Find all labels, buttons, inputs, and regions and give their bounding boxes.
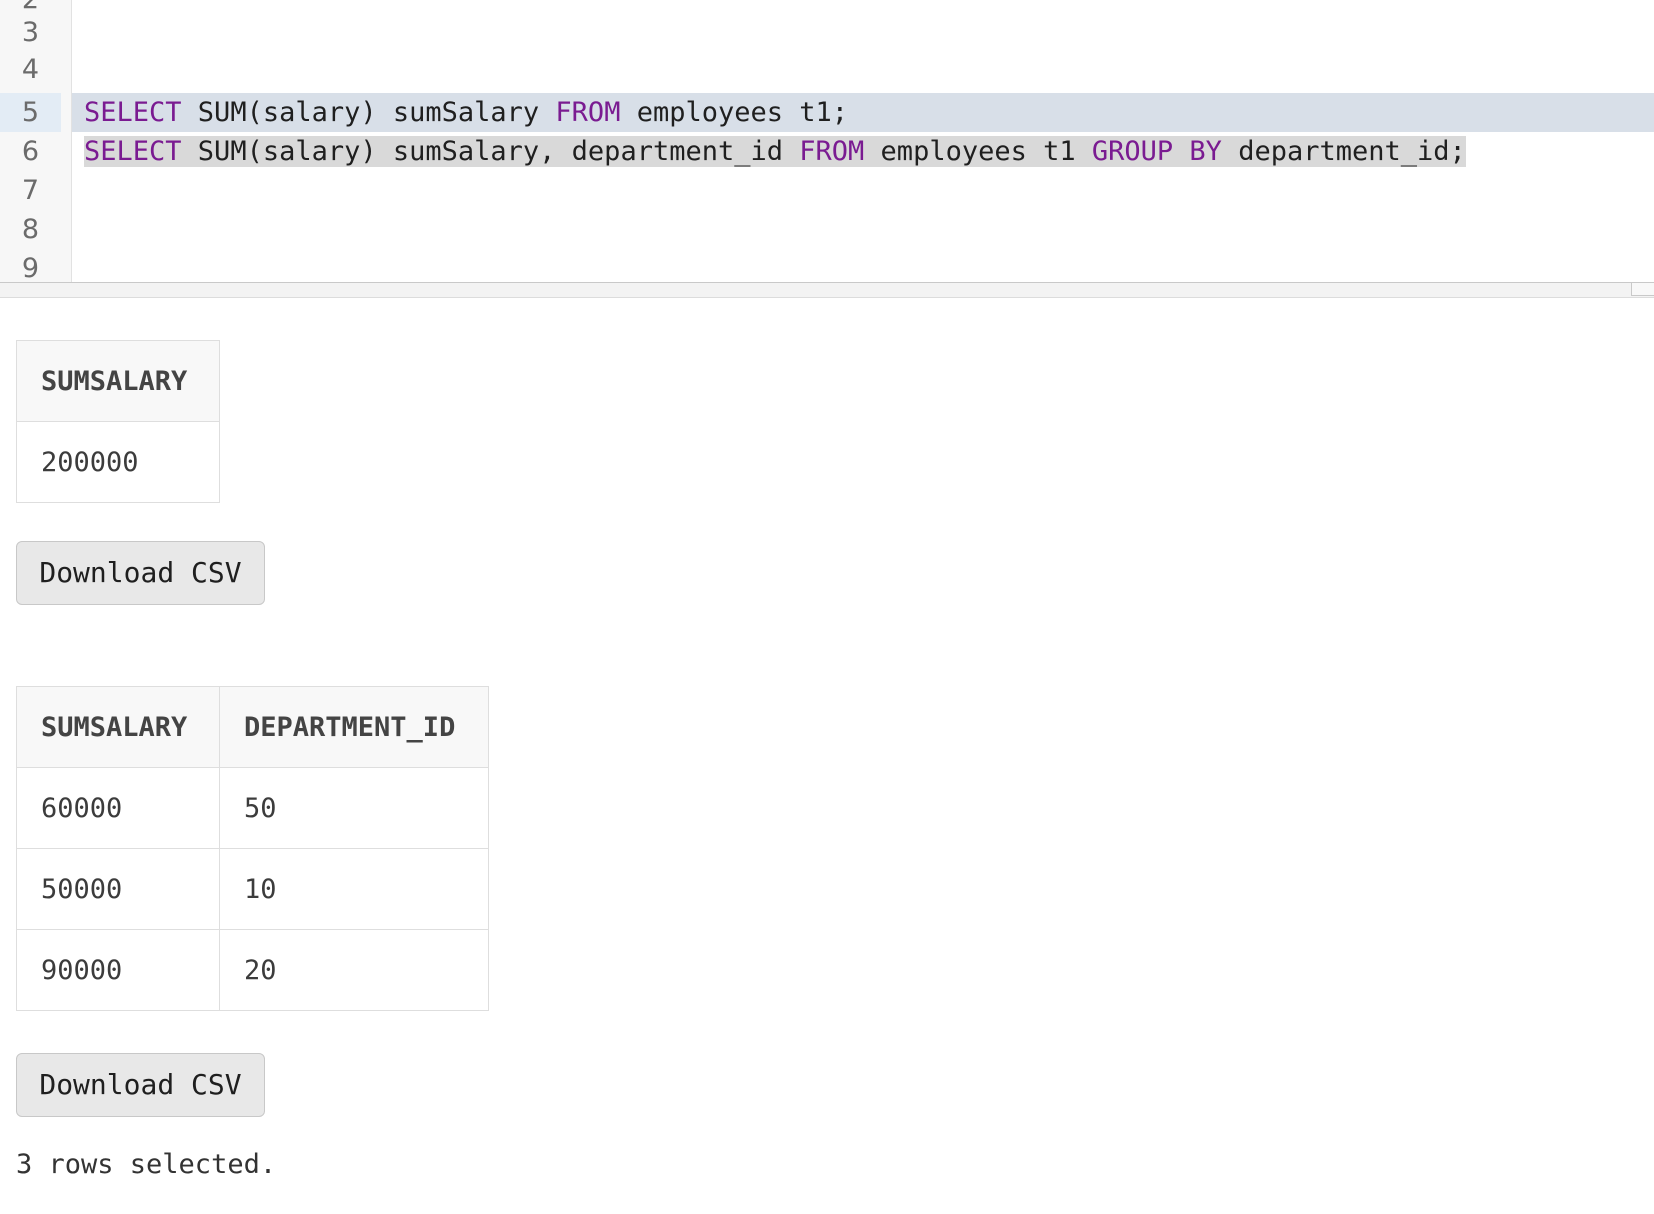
- sql-keyword: SELECT: [84, 136, 182, 167]
- sql-keyword: SELECT: [84, 97, 182, 128]
- line-number: 4: [21, 54, 40, 85]
- table-row: 90000 20: [16, 929, 489, 1011]
- table-header-row: SUMSALARY DEPARTMENT_ID: [16, 686, 489, 768]
- line-number: 8: [21, 214, 40, 245]
- line-number: 6: [21, 136, 40, 167]
- table-cell: 60000: [16, 767, 220, 849]
- table-cell: 10: [219, 848, 489, 930]
- table-header-row: SUMSALARY: [16, 340, 220, 422]
- line-number: 9: [21, 253, 40, 283]
- line-number: 7: [21, 175, 40, 206]
- result-table-1: SUMSALARY 200000: [16, 340, 220, 503]
- table-cell: 20: [219, 929, 489, 1011]
- result-table-2: SUMSALARY DEPARTMENT_ID 60000 50 50000 1…: [16, 686, 489, 1011]
- sql-text: department_id;: [1221, 136, 1466, 167]
- table-cell: 50000: [16, 848, 220, 930]
- sql-text: employees t1: [864, 136, 1092, 167]
- table-cell: 90000: [16, 929, 220, 1011]
- line-number-gutter: 2 3 4 5 6 7 8 9: [0, 0, 72, 283]
- download-csv-button[interactable]: Download CSV: [16, 1053, 265, 1117]
- sql-editor[interactable]: 2 3 4 5 6 7 8 9 SELECT SUM(salary) sumSa…: [0, 0, 1654, 283]
- rows-selected-status: 3 rows selected.: [16, 1149, 277, 1180]
- sql-keyword: GROUP: [1091, 136, 1174, 167]
- sql-text: SUM(salary) sumSalary, department_id: [181, 136, 800, 167]
- column-header-sumsalary: SUMSALARY: [16, 686, 220, 768]
- column-header-sumsalary: SUMSALARY: [16, 340, 220, 422]
- sql-text: SUM(salary) sumSalary: [181, 97, 556, 128]
- sql-keyword: FROM: [555, 97, 621, 128]
- code-line-5[interactable]: SELECT SUM(salary) sumSalary FROM employ…: [84, 93, 848, 132]
- sql-keyword: FROM: [799, 136, 865, 167]
- table-cell: 200000: [16, 421, 220, 503]
- sql-keyword: BY: [1189, 136, 1222, 167]
- sql-text: employees t1;: [620, 97, 849, 128]
- line-number-active: 5: [0, 93, 61, 132]
- code-line-6[interactable]: SELECT SUM(salary) sumSalary, department…: [84, 132, 1466, 171]
- table-row: 60000 50: [16, 767, 489, 849]
- pane-splitter[interactable]: [0, 282, 1654, 298]
- column-header-department-id: DEPARTMENT_ID: [219, 686, 489, 768]
- download-csv-button[interactable]: Download CSV: [16, 541, 265, 605]
- table-row: 200000: [16, 421, 220, 503]
- results-pane: SUMSALARY 200000 Download CSV SUMSALARY …: [0, 297, 1654, 1214]
- splitter-handle[interactable]: [1631, 283, 1654, 296]
- table-cell: 50: [219, 767, 489, 849]
- line-number: 3: [21, 17, 40, 48]
- table-row: 50000 10: [16, 848, 489, 930]
